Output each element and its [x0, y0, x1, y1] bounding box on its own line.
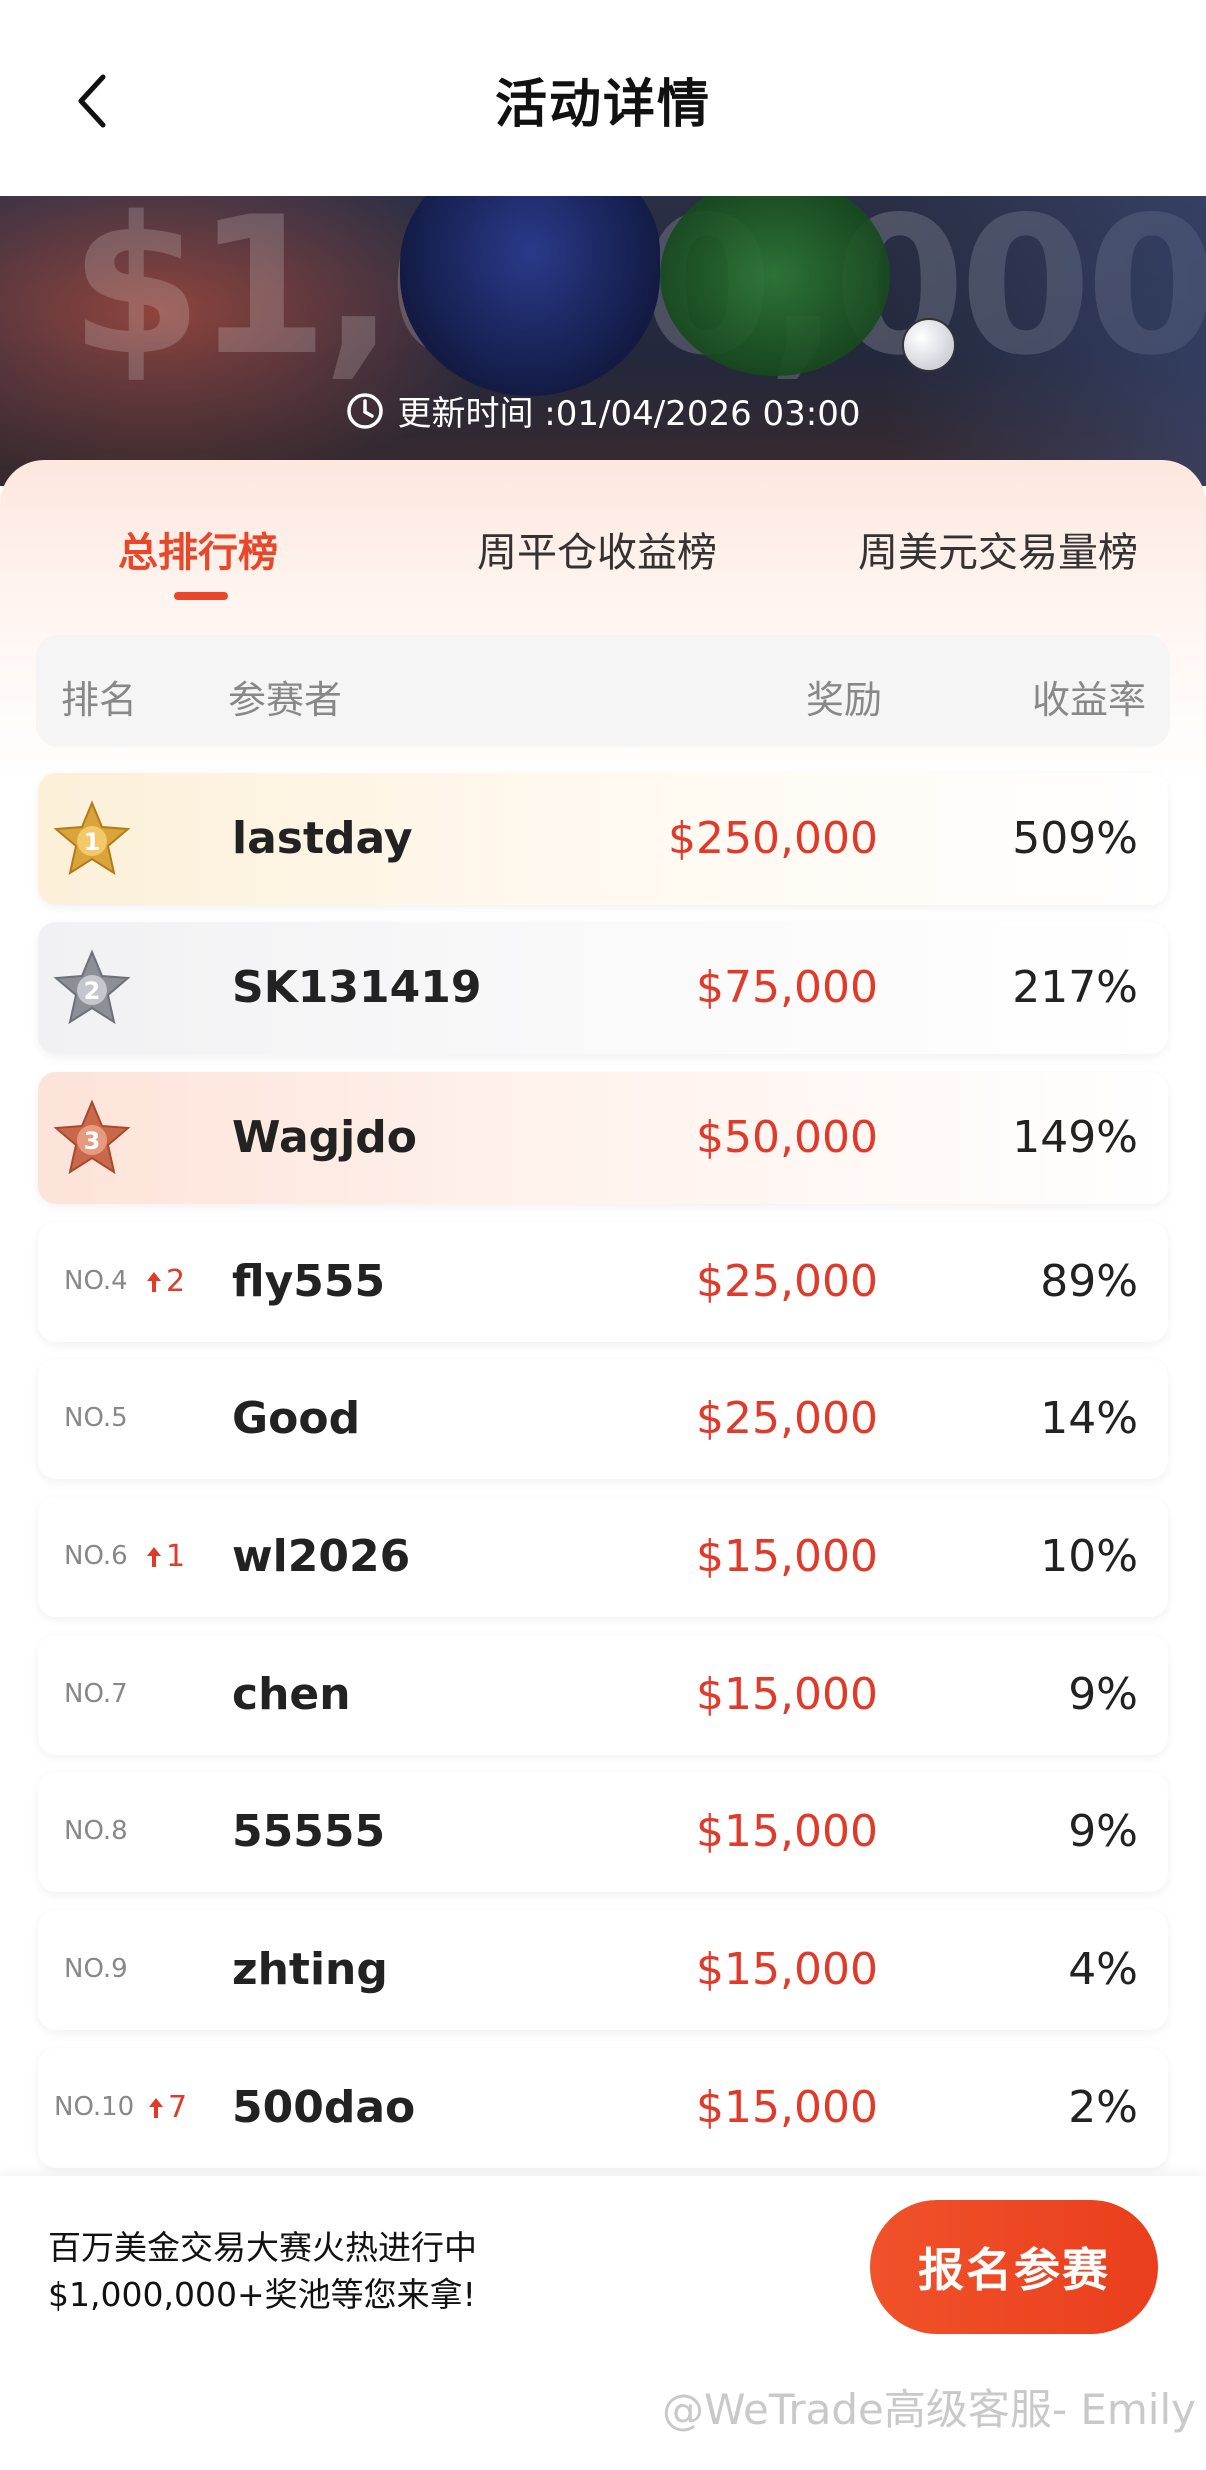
table-row[interactable]: 2 SK131419 $75,000 217% — [38, 922, 1168, 1054]
participant-name: Good — [232, 1393, 361, 1444]
silver-medal-icon: 2 — [53, 949, 131, 1025]
return-rate: 4% — [1068, 1944, 1138, 1995]
table-header: 排名 参赛者 奖励 收益率 — [36, 635, 1170, 747]
participant-name: fly555 — [232, 1256, 386, 1307]
return-rate: 509% — [1012, 813, 1138, 864]
rank-number: NO.10 — [54, 2092, 135, 2122]
return-rate: 89% — [1040, 1256, 1138, 1307]
rank-number: NO.8 — [64, 1816, 128, 1846]
participant-name: chen — [232, 1669, 351, 1720]
participant-name: 55555 — [232, 1806, 386, 1857]
join-button[interactable]: 报名参赛 — [870, 2200, 1158, 2334]
up-arrow-icon — [149, 2097, 163, 2118]
rank-change: 2 — [146, 1264, 185, 1299]
update-time: 更新时间 :01/04/2026 03:00 — [0, 386, 1206, 435]
participant-name: 500dao — [232, 2082, 416, 2133]
up-arrow-icon — [147, 1546, 161, 1567]
reward-amount: $15,000 — [696, 1806, 878, 1857]
reward-amount: $15,000 — [696, 2082, 878, 2133]
leaderboard-card: 总排行榜 周平仓收益榜 周美元交易量榜 排名 参赛者 奖励 收益率 1 lastd… — [0, 460, 1206, 2180]
return-rate: 217% — [1012, 962, 1138, 1013]
rank-change: 1 — [146, 1539, 185, 1574]
tab-overall-ranking[interactable]: 总排行榜 — [118, 520, 278, 578]
tab-indicator — [174, 592, 228, 600]
rank-number: NO.9 — [64, 1954, 128, 1984]
up-arrow-icon — [147, 1271, 161, 1292]
rank-number: NO.5 — [64, 1403, 128, 1433]
tab-weekly-volume[interactable]: 周美元交易量榜 — [858, 520, 1138, 578]
participant-name: Wagjdo — [232, 1112, 417, 1163]
participant-name: SK131419 — [232, 962, 482, 1013]
participant-name: zhting — [232, 1944, 388, 1995]
medal-rank-number: 1 — [84, 828, 101, 856]
table-row[interactable]: NO.7 chen $15,000 9% — [38, 1635, 1168, 1755]
table-row[interactable]: NO.6 1 wl2026 $15,000 10% — [38, 1497, 1168, 1617]
promo-text-line2: $1,000,000+奖池等您来拿! — [48, 2275, 476, 2314]
reward-amount: $250,000 — [668, 813, 878, 864]
hero-banner: $1,000,000+ 更新时间 :01/04/2026 03:00 — [0, 196, 1206, 486]
table-row[interactable]: 1 lastday $250,000 509% — [38, 773, 1168, 905]
nav-bar: 活动详情 — [0, 0, 1206, 196]
update-time-text: 更新时间 :01/04/2026 03:00 — [397, 394, 861, 434]
header-reward: 奖励 — [805, 678, 882, 722]
return-rate: 9% — [1068, 1669, 1138, 1720]
tab-weekly-profit[interactable]: 周平仓收益榜 — [477, 520, 717, 578]
rank-number: NO.4 — [64, 1266, 128, 1296]
table-row[interactable]: NO.10 7 500dao $15,000 2% — [38, 2048, 1168, 2168]
rank-change-value: 2 — [166, 1264, 186, 1299]
reward-amount: $50,000 — [696, 1112, 878, 1163]
header-rank: 排名 — [61, 678, 138, 722]
medal-rank-number: 2 — [84, 977, 101, 1005]
rank-number: NO.6 — [64, 1541, 128, 1571]
return-rate: 14% — [1040, 1393, 1138, 1444]
participant-name: wl2026 — [232, 1531, 411, 1582]
watermark: @WeTrade高级客服- Emily — [661, 2385, 1196, 2434]
bottom-bar: 百万美金交易大赛火热进行中 $1,000,000+奖池等您来拿! 报名参赛 @W… — [0, 2176, 1206, 2470]
soccer-ball-icon — [902, 318, 956, 372]
participant-name: lastday — [232, 813, 413, 864]
table-row[interactable]: NO.8 55555 $15,000 9% — [38, 1772, 1168, 1892]
reward-amount: $15,000 — [696, 1669, 878, 1720]
table-row[interactable]: NO.4 2 fly555 $25,000 89% — [38, 1222, 1168, 1342]
reward-amount: $15,000 — [696, 1531, 878, 1582]
reward-amount: $15,000 — [696, 1944, 878, 1995]
rank-change-value: 7 — [168, 2090, 188, 2125]
table-row[interactable]: NO.5 Good $25,000 14% — [38, 1359, 1168, 1479]
header-return-rate: 收益率 — [1031, 678, 1146, 722]
rank-change: 7 — [148, 2090, 187, 2125]
header-participant: 参赛者 — [228, 678, 343, 722]
reward-amount: $25,000 — [696, 1256, 878, 1307]
rank-number: NO.7 — [64, 1679, 128, 1709]
medal-rank-number: 3 — [84, 1127, 101, 1155]
table-row[interactable]: 3 Wagjdo $50,000 149% — [38, 1072, 1168, 1204]
return-rate: 10% — [1040, 1531, 1138, 1582]
bronze-medal-icon: 3 — [53, 1099, 131, 1175]
reward-amount: $75,000 — [696, 962, 878, 1013]
page-title: 活动详情 — [494, 75, 711, 135]
gold-medal-icon: 1 — [53, 800, 131, 876]
return-rate: 9% — [1068, 1806, 1138, 1857]
return-rate: 149% — [1012, 1112, 1138, 1163]
rank-change-value: 1 — [166, 1539, 186, 1574]
clock-icon — [347, 392, 384, 429]
return-rate: 2% — [1068, 2082, 1138, 2133]
promo-text-line1: 百万美金交易大赛火热进行中 — [48, 2228, 477, 2267]
table-row[interactable]: NO.9 zhting $15,000 4% — [38, 1910, 1168, 2030]
reward-amount: $25,000 — [696, 1393, 878, 1444]
